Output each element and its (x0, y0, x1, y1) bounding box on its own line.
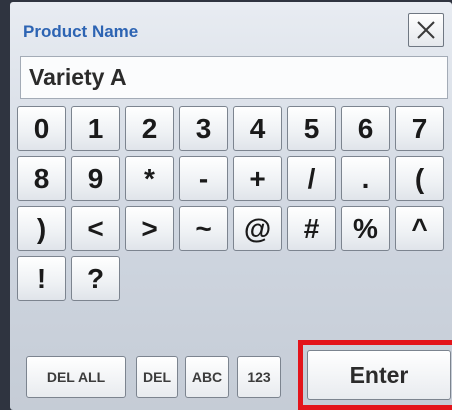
key-button[interactable]: ~ (179, 206, 228, 251)
key-button[interactable]: 0 (17, 106, 66, 151)
numeric-button[interactable]: 123 (237, 356, 281, 398)
close-icon (417, 21, 435, 39)
key-button[interactable]: % (341, 206, 390, 251)
key-button[interactable]: ! (17, 256, 66, 301)
key-button[interactable]: 8 (17, 156, 66, 201)
key-button[interactable]: ( (395, 156, 444, 201)
key-button[interactable]: 3 (179, 106, 228, 151)
key-button[interactable]: 6 (341, 106, 390, 151)
key-button[interactable]: * (125, 156, 174, 201)
abc-button[interactable]: ABC (185, 356, 229, 398)
key-button[interactable]: 7 (395, 106, 444, 151)
dialog-title: Product Name (23, 22, 139, 41)
del-button[interactable]: DEL (136, 356, 178, 398)
key-button[interactable]: < (71, 206, 120, 251)
product-name-input[interactable]: Variety A (20, 56, 448, 99)
key-button[interactable]: 9 (71, 156, 120, 201)
enter-highlight: Enter (298, 340, 452, 410)
key-button[interactable]: . (341, 156, 390, 201)
close-button[interactable] (408, 13, 444, 47)
del-all-button[interactable]: DEL ALL (26, 356, 126, 398)
key-button[interactable]: ) (17, 206, 66, 251)
key-button[interactable]: 4 (233, 106, 282, 151)
key-button[interactable]: > (125, 206, 174, 251)
key-button[interactable]: ? (71, 256, 120, 301)
key-button[interactable]: @ (233, 206, 282, 251)
product-name-dialog: Product Name Variety A 0 1 2 3 4 5 6 7 8 9 * - + /.()… (10, 2, 452, 410)
key-button[interactable]: 5 (287, 106, 336, 151)
key-button[interactable]: # (287, 206, 336, 251)
key-button[interactable]: 1 (71, 106, 120, 151)
enter-button[interactable]: Enter (307, 350, 451, 400)
key-button[interactable]: - (179, 156, 228, 201)
key-button[interactable]: ^ (395, 206, 444, 251)
key-button[interactable]: + (233, 156, 282, 201)
key-button[interactable]: 2 (125, 106, 174, 151)
key-button[interactable]: / (287, 156, 336, 201)
